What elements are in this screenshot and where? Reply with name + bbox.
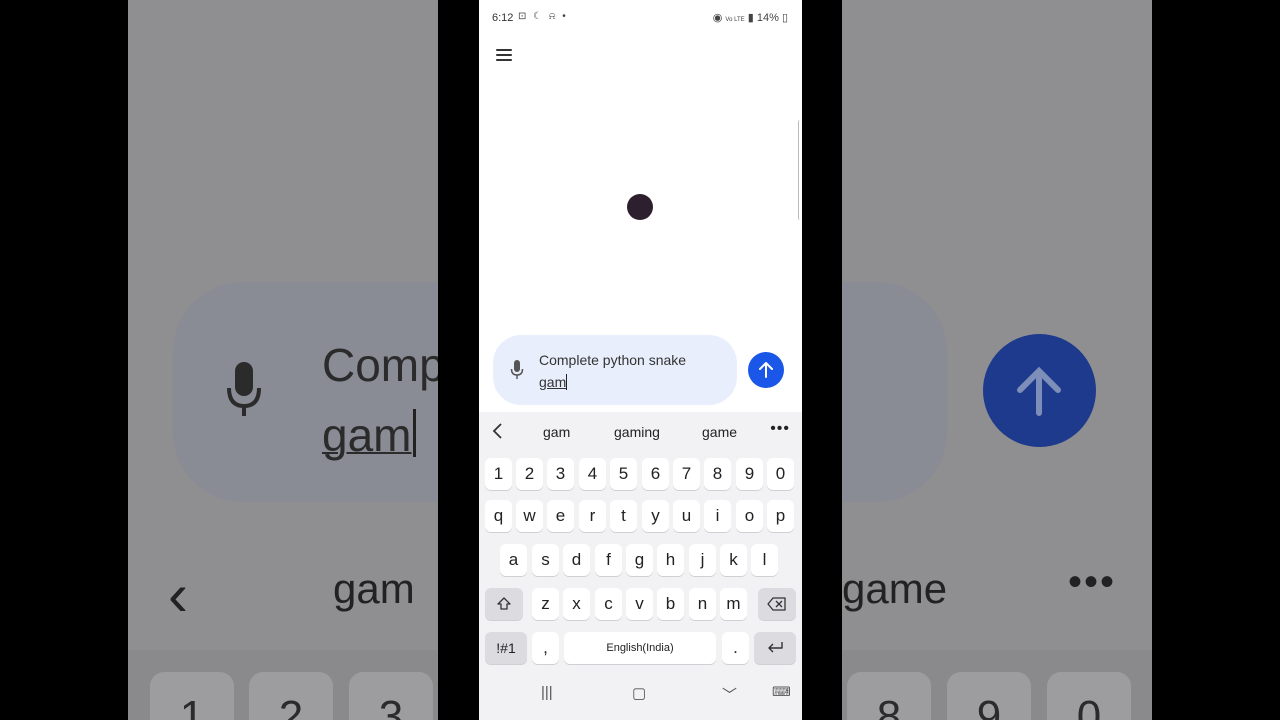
background-message-text: Comp gam: [322, 339, 438, 461]
battery-level: 14%: [756, 12, 779, 24]
status-right: ◉ Vo LTE ▮ 14% ▯: [713, 11, 788, 24]
key[interactable]: u: [673, 500, 700, 532]
key[interactable]: 9: [736, 458, 763, 490]
mic-icon[interactable]: [510, 360, 524, 380]
key[interactable]: e: [547, 500, 574, 532]
key[interactable]: a: [500, 544, 527, 576]
more-icon[interactable]: •••: [770, 420, 790, 438]
key[interactable]: g: [626, 544, 653, 576]
key[interactable]: q: [485, 500, 512, 532]
key[interactable]: 7: [673, 458, 700, 490]
key[interactable]: d: [563, 544, 590, 576]
phone-screen: 6:12 ⊡ ☾ ⍾ • ◉ Vo LTE ▮ 14% ▯ Complete p…: [479, 0, 802, 720]
chevron-left-icon[interactable]: [491, 422, 505, 440]
recents-button[interactable]: |||: [541, 684, 553, 701]
edge-panel-handle[interactable]: [798, 120, 802, 220]
background-key: 3: [349, 672, 433, 720]
message-text[interactable]: Complete python snake gam: [539, 349, 729, 393]
suggestion-bar: gam gaming game •••: [479, 412, 802, 452]
arrow-up-icon: [759, 362, 773, 378]
shift-icon: [497, 597, 511, 610]
key[interactable]: l: [751, 544, 778, 576]
key[interactable]: p: [767, 500, 794, 532]
key[interactable]: w: [516, 500, 543, 532]
key[interactable]: i: [704, 500, 731, 532]
key[interactable]: b: [657, 588, 684, 620]
space-key[interactable]: English(India): [564, 632, 716, 664]
suggestion-item[interactable]: gam: [543, 424, 570, 440]
key[interactable]: 4: [579, 458, 606, 490]
comma-key[interactable]: ,: [532, 632, 559, 664]
key[interactable]: 0: [767, 458, 794, 490]
key[interactable]: o: [736, 500, 763, 532]
key[interactable]: k: [720, 544, 747, 576]
background-composer: [842, 282, 947, 502]
loading-indicator: [627, 194, 653, 220]
key[interactable]: 1: [485, 458, 512, 490]
key[interactable]: f: [595, 544, 622, 576]
menu-icon[interactable]: [493, 44, 515, 66]
period-key[interactable]: .: [722, 632, 749, 664]
key[interactable]: x: [563, 588, 590, 620]
key[interactable]: n: [689, 588, 716, 620]
key[interactable]: 3: [547, 458, 574, 490]
background-key: 9: [947, 672, 1031, 720]
suggestion-item[interactable]: gaming: [614, 424, 660, 440]
key[interactable]: 6: [642, 458, 669, 490]
background-key: 0: [1047, 672, 1131, 720]
background-more-icon: •••: [1068, 560, 1117, 604]
message-input[interactable]: Complete python snake gam: [493, 335, 737, 405]
key[interactable]: h: [657, 544, 684, 576]
key[interactable]: r: [579, 500, 606, 532]
key[interactable]: y: [642, 500, 669, 532]
status-time: 6:12: [492, 12, 514, 24]
background-key: 2: [249, 672, 333, 720]
status-notification-icons: ⊡ ☾ ⍾ •: [518, 11, 568, 22]
background-mic-icon: [227, 362, 261, 416]
background-suggestion: game: [842, 565, 948, 612]
signal-icon: ▮: [747, 12, 754, 24]
background-blur-right: game ••• 8 9 0: [842, 0, 1152, 720]
battery-icon: ▯: [781, 12, 788, 24]
key[interactable]: t: [610, 500, 637, 532]
background-key: 8: [847, 672, 931, 720]
message-word: gam: [539, 374, 567, 390]
enter-icon: [768, 642, 783, 653]
home-button[interactable]: ▢: [632, 684, 646, 702]
navigation-bar: ||| ▢ ﹀ ⌨: [479, 670, 802, 720]
status-bar: 6:12 ⊡ ☾ ⍾ • ◉ Vo LTE ▮ 14% ▯: [479, 0, 802, 36]
key[interactable]: m: [720, 588, 747, 620]
key[interactable]: z: [532, 588, 559, 620]
network-label: Vo LTE: [725, 17, 745, 23]
key[interactable]: c: [595, 588, 622, 620]
key[interactable]: 5: [610, 458, 637, 490]
key[interactable]: s: [532, 544, 559, 576]
key[interactable]: 2: [516, 458, 543, 490]
key[interactable]: v: [626, 588, 653, 620]
background-key: 1: [150, 672, 234, 720]
keyboard-switch-icon[interactable]: ⌨: [772, 684, 791, 700]
suggestion-item[interactable]: game: [702, 424, 737, 440]
background-send-icon: [983, 334, 1096, 447]
enter-key[interactable]: [754, 632, 796, 664]
send-button[interactable]: [748, 352, 784, 388]
background-suggestion: gam: [333, 565, 415, 612]
text-cursor: [566, 374, 568, 390]
background-blur-left: Comp gam ‹ gam 1 2 3: [128, 0, 438, 720]
key[interactable]: j: [689, 544, 716, 576]
back-button[interactable]: ﹀: [722, 684, 737, 705]
background-chevron-left-icon: ‹: [168, 561, 188, 628]
shift-key[interactable]: [485, 588, 523, 620]
message-line: Complete python snake: [539, 352, 687, 368]
hotspot-icon: ◉: [712, 12, 723, 24]
key[interactable]: 8: [704, 458, 731, 490]
symbols-key[interactable]: !#1: [485, 632, 527, 664]
backspace-key[interactable]: [758, 588, 796, 620]
backspace-icon: [767, 597, 786, 611]
